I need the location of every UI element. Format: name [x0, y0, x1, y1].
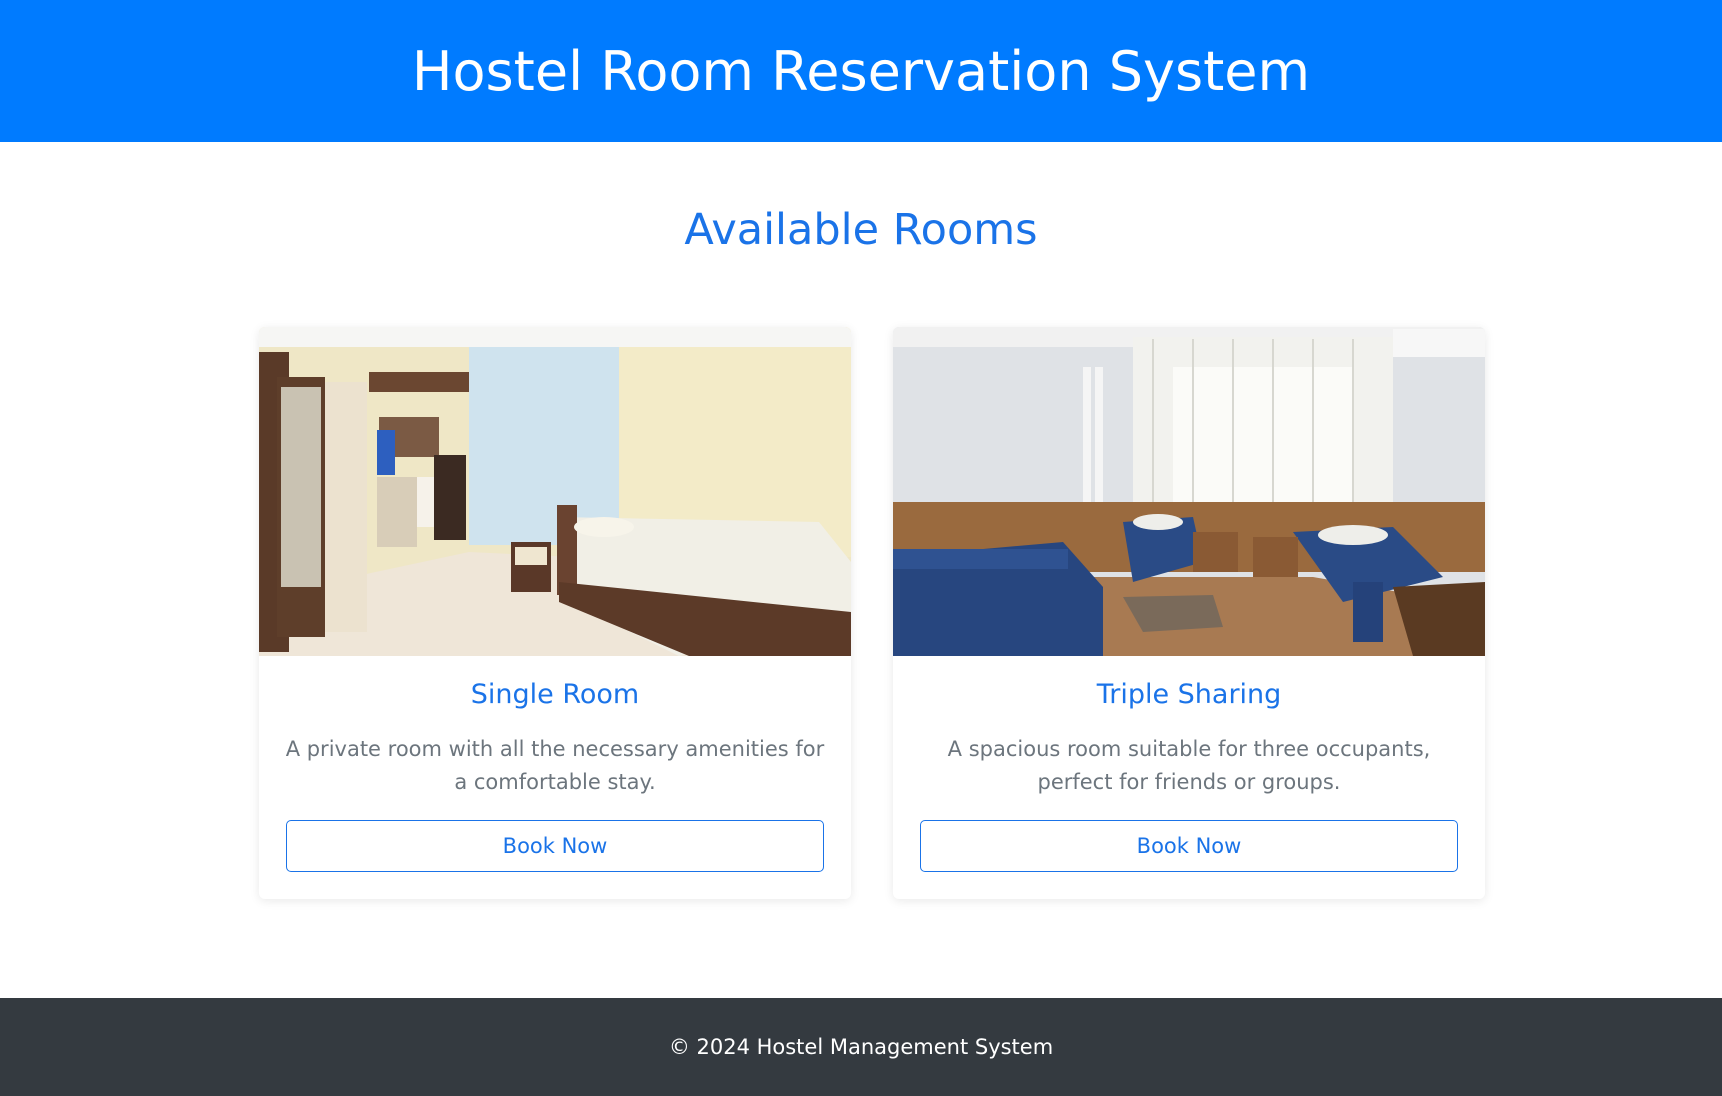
room-card-triple: Triple Sharing A spacious room suitable …	[893, 327, 1485, 899]
room-card-single: Single Room A private room with all the …	[259, 327, 851, 899]
room-image-single	[259, 327, 851, 656]
book-now-button-single[interactable]: Book Now	[286, 820, 824, 872]
room-image-triple	[893, 327, 1485, 656]
room-description-single: A private room with all the necessary am…	[285, 737, 825, 794]
room-title-single: Single Room	[470, 679, 640, 710]
section-title: Available Rooms	[684, 205, 1038, 255]
site-title: Hostel Room Reservation System	[411, 39, 1311, 103]
book-now-button-triple[interactable]: Book Now	[920, 820, 1458, 872]
site-header: Hostel Room Reservation System	[0, 0, 1722, 142]
room-description-triple: A spacious room suitable for three occup…	[947, 737, 1431, 794]
room-title-triple: Triple Sharing	[1096, 679, 1282, 710]
site-footer: © 2024 Hostel Management System	[0, 998, 1722, 1096]
footer-text: © 2024 Hostel Management System	[668, 1035, 1054, 1059]
